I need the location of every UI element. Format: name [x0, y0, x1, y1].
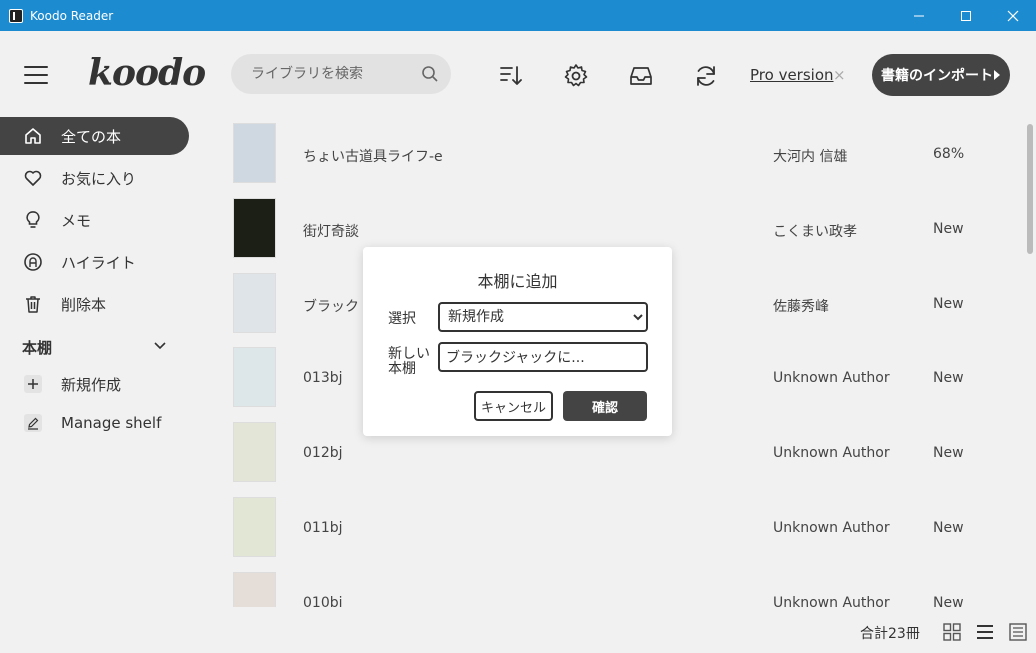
heart-icon — [24, 170, 42, 186]
sidebar-item-new-shelf[interactable]: 新規作成 — [0, 365, 189, 403]
book-cover[interactable] — [233, 347, 276, 408]
search-box — [231, 54, 451, 94]
book-author: 大河内 信雄 — [773, 149, 848, 165]
sidebar-item-label: 新規作成 — [61, 375, 122, 394]
book-author: こくまい政孝 — [773, 223, 857, 240]
book-title: 街灯奇談 — [303, 223, 359, 240]
koodo-logo: koodo — [88, 52, 206, 94]
book-title: ちょい古道具ライフ-e — [303, 149, 443, 165]
sidebar-item-manage-shelf[interactable]: Manage shelf — [0, 404, 189, 442]
close-button[interactable] — [990, 0, 1036, 31]
add-to-shelf-dialog: 本棚に追加 選択 新規作成 新しい本棚 キャンセル 確認 — [363, 247, 672, 436]
dialog-title: 本棚に追加 — [477, 272, 558, 291]
book-cover[interactable] — [233, 197, 276, 258]
import-books-button[interactable]: 書籍のインポート — [872, 54, 1010, 96]
search-icon[interactable] — [421, 65, 439, 83]
book-author: 佐藤秀峰 — [773, 298, 829, 315]
sidebar-item-label: ハイライト — [61, 253, 136, 272]
book-row[interactable]: 011bj Unknown Author New — [225, 491, 1020, 565]
grid-view-icon[interactable] — [942, 622, 962, 642]
book-progress: New — [933, 370, 964, 387]
book-title: 012bj — [303, 445, 343, 462]
pro-version-link[interactable]: Pro version — [750, 66, 834, 84]
minimize-button[interactable] — [896, 0, 942, 31]
gear-icon[interactable] — [563, 63, 589, 89]
book-title: 011bj — [303, 520, 343, 536]
sidebar-item-all-books[interactable]: 全ての本 — [0, 117, 189, 155]
book-progress: 68% — [933, 146, 965, 162]
book-author: Unknown Author — [773, 370, 890, 387]
title-bar: Koodo Reader — [0, 0, 1036, 31]
book-cover[interactable] — [233, 123, 276, 183]
menu-icon[interactable] — [24, 66, 48, 86]
shelf-section-header: 本棚 — [22, 339, 53, 357]
edit-icon — [24, 414, 42, 432]
sync-icon[interactable] — [693, 63, 719, 89]
lightbulb-icon — [26, 211, 40, 228]
sidebar-item-favorites[interactable]: お気に入り — [0, 159, 189, 197]
book-cover[interactable] — [233, 422, 276, 483]
new-shelf-name-input[interactable] — [438, 342, 648, 372]
book-title: ブラック — [303, 298, 359, 315]
book-progress: New — [933, 445, 964, 462]
maximize-button[interactable] — [943, 0, 989, 31]
cover-view-icon[interactable] — [1008, 622, 1028, 642]
book-cover[interactable] — [233, 272, 276, 333]
sort-icon[interactable] — [498, 63, 524, 89]
sidebar-item-highlights[interactable]: ハイライト — [0, 243, 189, 281]
highlight-icon — [24, 253, 42, 271]
book-progress: New — [933, 295, 964, 312]
confirm-button[interactable]: 確認 — [563, 391, 647, 421]
sidebar-item-label: お気に入り — [61, 169, 137, 188]
scrollbar[interactable] — [1027, 124, 1033, 254]
book-title: 013bj — [303, 370, 343, 387]
sidebar-item-label: 全ての本 — [61, 127, 122, 146]
select-label: 選択 — [388, 311, 416, 327]
sidebar-item-label: メモ — [61, 211, 92, 230]
book-author: Unknown Author — [773, 594, 890, 607]
window-title: Koodo Reader — [30, 8, 114, 23]
book-progress: New — [933, 220, 964, 237]
search-input[interactable] — [251, 64, 411, 84]
book-row[interactable]: 010bj Unknown Author New — [225, 566, 1020, 607]
book-progress: New — [933, 520, 964, 536]
list-view-icon[interactable] — [975, 622, 995, 642]
chevron-down-icon[interactable] — [152, 338, 168, 354]
inbox-icon[interactable] — [628, 63, 654, 89]
caret-right-icon — [994, 70, 1000, 80]
book-author: Unknown Author — [773, 520, 890, 536]
trash-icon — [26, 296, 40, 313]
sidebar-item-notes[interactable]: メモ — [0, 201, 189, 239]
sidebar-item-label: 削除本 — [61, 295, 107, 314]
app-icon — [9, 8, 23, 23]
book-row[interactable]: ちょい古道具ライフ-e 大河内 信雄 68% — [225, 117, 1020, 191]
plus-icon — [24, 375, 42, 393]
total-count: 合計23冊 — [860, 626, 920, 642]
import-button-label: 書籍のインポート — [881, 68, 993, 84]
book-cover[interactable] — [233, 571, 276, 607]
sidebar-item-deleted[interactable]: 削除本 — [0, 285, 189, 323]
book-author: Unknown Author — [773, 445, 890, 462]
pro-close-icon[interactable]: × — [833, 66, 846, 84]
sidebar-item-label: Manage shelf — [61, 414, 162, 432]
cancel-button[interactable]: キャンセル — [474, 391, 553, 421]
book-cover[interactable] — [233, 497, 276, 557]
new-shelf-label: 新しい本棚 — [388, 346, 430, 377]
book-progress: New — [933, 594, 964, 607]
home-icon — [25, 128, 41, 144]
shelf-select[interactable]: 新規作成 — [438, 302, 648, 332]
book-title: 010bj — [303, 594, 343, 607]
